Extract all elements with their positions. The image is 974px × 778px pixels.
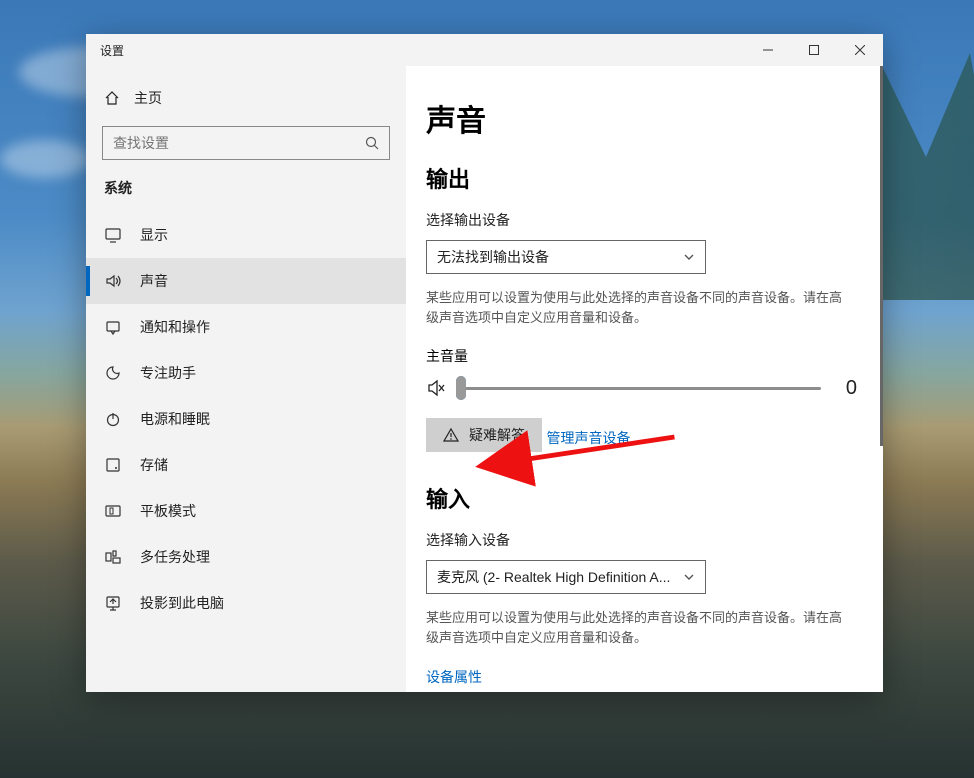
maximize-button[interactable] (791, 34, 837, 66)
search-input[interactable] (103, 135, 355, 151)
titlebar: 设置 (86, 34, 883, 66)
home-link[interactable]: 主页 (86, 80, 406, 116)
sidebar-item-label: 通知和操作 (140, 317, 388, 337)
multi-icon (104, 548, 122, 566)
sidebar-item-label: 投影到此电脑 (140, 593, 388, 613)
sidebar-item-notify[interactable]: 通知和操作 (86, 304, 406, 350)
manage-sound-devices-link[interactable]: 管理声音设备 (546, 428, 630, 448)
sidebar-item-multi[interactable]: 多任务处理 (86, 534, 406, 580)
tablet-icon (104, 502, 122, 520)
volume-slider[interactable] (456, 376, 821, 400)
output-description: 某些应用可以设置为使用与此处选择的声音设备不同的声音设备。请在高级声音选项中自定… (426, 288, 846, 328)
chevron-down-icon (683, 571, 695, 583)
home-label: 主页 (134, 88, 162, 108)
window-title: 设置 (100, 42, 124, 59)
sidebar: 主页 系统 显示声音通知和操作专注助手电源和睡眠存储平板模式多任务处理投影到此电… (86, 66, 406, 692)
input-select-label: 选择输入设备 (426, 530, 857, 550)
search-icon (355, 136, 389, 150)
sidebar-item-label: 存储 (140, 455, 388, 475)
sidebar-item-power[interactable]: 电源和睡眠 (86, 396, 406, 442)
focus-icon (104, 364, 122, 382)
input-device-select[interactable]: 麦克风 (2- Realtek High Definition A... (426, 560, 706, 594)
nav-list: 显示声音通知和操作专注助手电源和睡眠存储平板模式多任务处理投影到此电脑 (86, 212, 406, 626)
input-description: 某些应用可以设置为使用与此处选择的声音设备不同的声音设备。请在高级声音选项中自定… (426, 608, 846, 648)
display-icon (104, 226, 122, 244)
scrollbar[interactable] (880, 66, 883, 446)
sidebar-item-tablet[interactable]: 平板模式 (86, 488, 406, 534)
sidebar-item-focus[interactable]: 专注助手 (86, 350, 406, 396)
sidebar-item-display[interactable]: 显示 (86, 212, 406, 258)
master-volume-label: 主音量 (426, 346, 857, 366)
sidebar-item-label: 多任务处理 (140, 547, 388, 567)
chevron-down-icon (683, 251, 695, 263)
sidebar-item-label: 显示 (140, 225, 388, 245)
input-heading: 输入 (426, 482, 857, 514)
sidebar-item-project[interactable]: 投影到此电脑 (86, 580, 406, 626)
volume-thumb[interactable] (456, 376, 466, 400)
storage-icon (104, 456, 122, 474)
main-content: 声音 输出 选择输出设备 无法找到输出设备 某些应用可以设置为使用与此处选择的声… (406, 66, 883, 692)
project-icon (104, 594, 122, 612)
device-properties-link[interactable]: 设备属性 (426, 667, 482, 687)
input-select-value: 麦克风 (2- Realtek High Definition A... (437, 567, 670, 587)
sidebar-item-label: 声音 (140, 271, 388, 291)
output-select-value: 无法找到输出设备 (437, 247, 549, 267)
output-device-select[interactable]: 无法找到输出设备 (426, 240, 706, 274)
sidebar-item-label: 平板模式 (140, 501, 388, 521)
volume-value: 0 (831, 377, 857, 400)
troubleshoot-label: 疑难解答 (469, 425, 525, 445)
close-button[interactable] (837, 34, 883, 66)
home-icon (104, 90, 120, 106)
sidebar-item-label: 专注助手 (140, 363, 388, 383)
power-icon (104, 410, 122, 428)
speaker-muted-icon[interactable] (426, 378, 446, 398)
minimize-button[interactable] (745, 34, 791, 66)
sound-icon (104, 272, 122, 290)
category-title: 系统 (86, 174, 406, 212)
troubleshoot-button[interactable]: 疑难解答 (426, 418, 542, 452)
notify-icon (104, 318, 122, 336)
sidebar-item-label: 电源和睡眠 (140, 409, 388, 429)
sidebar-item-sound[interactable]: 声音 (86, 258, 406, 304)
page-title: 声音 (426, 96, 857, 140)
output-select-label: 选择输出设备 (426, 210, 857, 230)
sidebar-item-storage[interactable]: 存储 (86, 442, 406, 488)
warning-icon (443, 427, 459, 443)
search-box[interactable] (102, 126, 390, 160)
settings-window: 设置 主页 (86, 34, 883, 692)
output-heading: 输出 (426, 162, 857, 194)
